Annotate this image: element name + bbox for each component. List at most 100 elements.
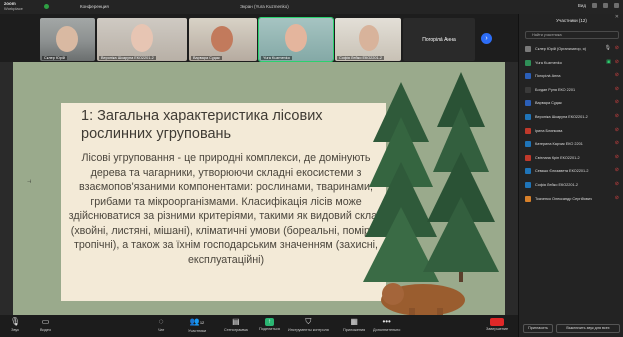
apps-button[interactable]: ▦ Приложения	[343, 317, 365, 332]
participant-video	[56, 26, 78, 52]
microphone-muted-icon[interactable]: ⊘	[615, 113, 619, 119]
participant-row[interactable]: Yura Kuzmenko ▣ ⊘	[523, 58, 621, 72]
end-meeting-button[interactable]: Завершение	[486, 317, 508, 331]
avatar	[525, 141, 531, 148]
close-panel-icon[interactable]: ✕	[615, 14, 619, 20]
microphone-muted-icon[interactable]: ⊘	[615, 59, 619, 65]
participant-row[interactable]: Варвара Судак ⊘	[523, 98, 621, 112]
microphone-muted-icon[interactable]: ⊘	[615, 195, 619, 201]
microphone-muted-icon[interactable]: ⊘	[615, 167, 619, 173]
maximize-icon[interactable]	[603, 3, 608, 8]
participant-name: Варвара Судак	[535, 101, 562, 106]
microphone-muted-icon[interactable]: ⊘	[615, 140, 619, 146]
video-tile[interactable]: Софія Лейко ЕКО2201-2	[335, 18, 401, 61]
participant-video	[211, 26, 233, 52]
video-tile-name: Софія Лейко ЕКО2201-2	[337, 56, 385, 60]
video-tile-active-speaker[interactable]: Yura Kuzmenko	[258, 17, 334, 62]
participant-row[interactable]: Богдан Руля ЕКО 2201 ⊘	[523, 85, 621, 99]
microphone-icon: 🎙	[10, 317, 21, 326]
participant-video	[285, 24, 307, 52]
conference-menu[interactable]: Конференция	[80, 4, 109, 9]
video-label: Видео	[40, 328, 52, 332]
participant-row[interactable]: Семько Єлизавета ЕКО2201-2 ⊘	[523, 166, 621, 180]
meeting-toolbar: 🎙 Звук ▭ Видео ◌ Чат 👥12 Участники ▤ Сте…	[0, 315, 518, 337]
participant-row[interactable]: Катерина Карчик ЕКО 2201 ⊘	[523, 139, 621, 153]
video-tile[interactable]: Варвара Судак	[189, 18, 257, 61]
view-menu[interactable]: Вид	[578, 3, 586, 8]
avatar	[525, 86, 531, 93]
participant-name: Погорілá Анна	[535, 74, 561, 79]
mute-all-button[interactable]: Выключить звук для всех	[556, 324, 620, 333]
share-screen-button[interactable]: ↑ Поделиться	[259, 317, 280, 331]
microphone-muted-icon[interactable]: ⊘	[615, 99, 619, 105]
avatar	[525, 168, 531, 175]
zoom-window: zoom Workplace Конференция Экран (Yura K…	[0, 0, 623, 337]
chat-icon: ◌	[158, 317, 164, 326]
chat-label: Чат	[158, 328, 165, 332]
video-tile[interactable]: Погорілá Анна	[403, 18, 475, 61]
participant-row[interactable]: Погорілá Анна ⊘	[523, 71, 621, 85]
window-title: Экран (Yura Kuzmenko)	[240, 4, 289, 9]
participant-name: Yura Kuzmenko	[535, 60, 562, 65]
video-tile-name: Склер Юрій	[42, 56, 67, 60]
share-icon: ↑	[264, 318, 274, 326]
more-button[interactable]: ••• Дополнительно	[373, 317, 400, 332]
slide-body: Лісові угруповання - це природні комплек…	[68, 152, 384, 266]
participant-row[interactable]: Світлана Кріп ЕКО2201-2 ⊘	[523, 153, 621, 167]
gallery-next-arrow-icon[interactable]: ›	[481, 33, 492, 44]
participant-name: Софія Лейко ЕКО2201-2	[535, 182, 579, 187]
close-icon[interactable]	[614, 3, 619, 8]
participant-row[interactable]: Склер Юрій (Организатор, я) 🎙 ⊘	[523, 44, 621, 58]
participant-name: Богдан Руля ЕКО 2201	[535, 87, 576, 92]
avatar	[525, 73, 531, 80]
video-tile-name: Вероніка Шкарупа ЕКО2201-2	[99, 56, 156, 60]
video-button[interactable]: ▭ Видео	[40, 317, 51, 332]
participant-row[interactable]: Ірина Блинкова ⊘	[523, 126, 621, 140]
participants-count: 12	[199, 320, 205, 325]
participant-row[interactable]: Софія Лейко ЕКО2201-2 ⊘	[523, 180, 621, 194]
microphone-muted-icon[interactable]: ⊘	[615, 181, 619, 187]
participant-row[interactable]: Ткаченко Олександр Сергійович ⊘	[523, 194, 621, 208]
video-tile[interactable]: Склер Юрій	[40, 18, 95, 61]
microphone-muted-icon[interactable]: ⊘	[615, 154, 619, 160]
cursor-mark: ⊣	[27, 179, 32, 185]
zoom-logo: zoom Workplace	[4, 1, 23, 11]
window-controls: Вид	[578, 3, 619, 8]
title-bar: zoom Workplace Конференция Экран (Yura K…	[0, 0, 623, 14]
apps-label: Приложения	[343, 328, 366, 332]
participants-label: Участники	[188, 329, 207, 333]
transcript-button[interactable]: ▤ Стенограмма	[224, 317, 248, 332]
audio-label: Звук	[11, 328, 19, 332]
video-tile-name: Yura Kuzmenko	[261, 56, 292, 60]
participants-panel-footer: Пригласить Выключить звук для всех	[519, 321, 623, 337]
video-off-icon[interactable]: ⊘	[615, 45, 619, 51]
microphone-muted-icon[interactable]: ⊘	[615, 86, 619, 92]
video-gallery: Склер Юрій Вероніка Шкарупа ЕКО2201-2 Ва…	[0, 14, 518, 62]
participants-button[interactable]: 👥12 Участники	[188, 317, 206, 333]
microphone-muted-icon[interactable]: ⊘	[615, 72, 619, 78]
security-shield-icon[interactable]	[44, 4, 49, 9]
end-call-icon	[490, 318, 505, 326]
app-sub: Workplace	[4, 6, 23, 11]
participant-row[interactable]: Вероніка Шкарупа ЕКО2201-2 ⊘	[523, 112, 621, 126]
microphone-muted-icon[interactable]: ⊘	[615, 127, 619, 133]
avatar	[525, 181, 531, 188]
slide-text-card: 1: Загальна характеристика лісових росли…	[61, 103, 386, 301]
participant-name: Ірина Блинкова	[535, 128, 563, 133]
host-tools-button[interactable]: ⛉ Инструменты контроля	[288, 317, 329, 332]
minimize-icon[interactable]	[592, 3, 597, 8]
more-label: Дополнительно	[373, 328, 401, 332]
share-label: Поделиться	[259, 327, 280, 331]
avatar	[525, 46, 531, 52]
invite-button[interactable]: Пригласить	[523, 324, 553, 333]
avatar	[525, 59, 531, 66]
audio-button[interactable]: 🎙 Звук	[10, 317, 20, 332]
participant-name: Склер Юрій (Организатор, я)	[535, 47, 586, 51]
participant-video	[131, 24, 153, 52]
video-tile[interactable]: Вероніка Шкарупа ЕКО2201-2	[97, 18, 187, 61]
chat-button[interactable]: ◌ Чат	[158, 317, 164, 332]
video-tile-name: Погорілá Анна	[422, 36, 456, 43]
search-participants-input[interactable]: Найти участника	[525, 31, 619, 39]
more-icon: •••	[382, 317, 391, 326]
microphone-icon[interactable]: 🎙	[605, 45, 611, 51]
